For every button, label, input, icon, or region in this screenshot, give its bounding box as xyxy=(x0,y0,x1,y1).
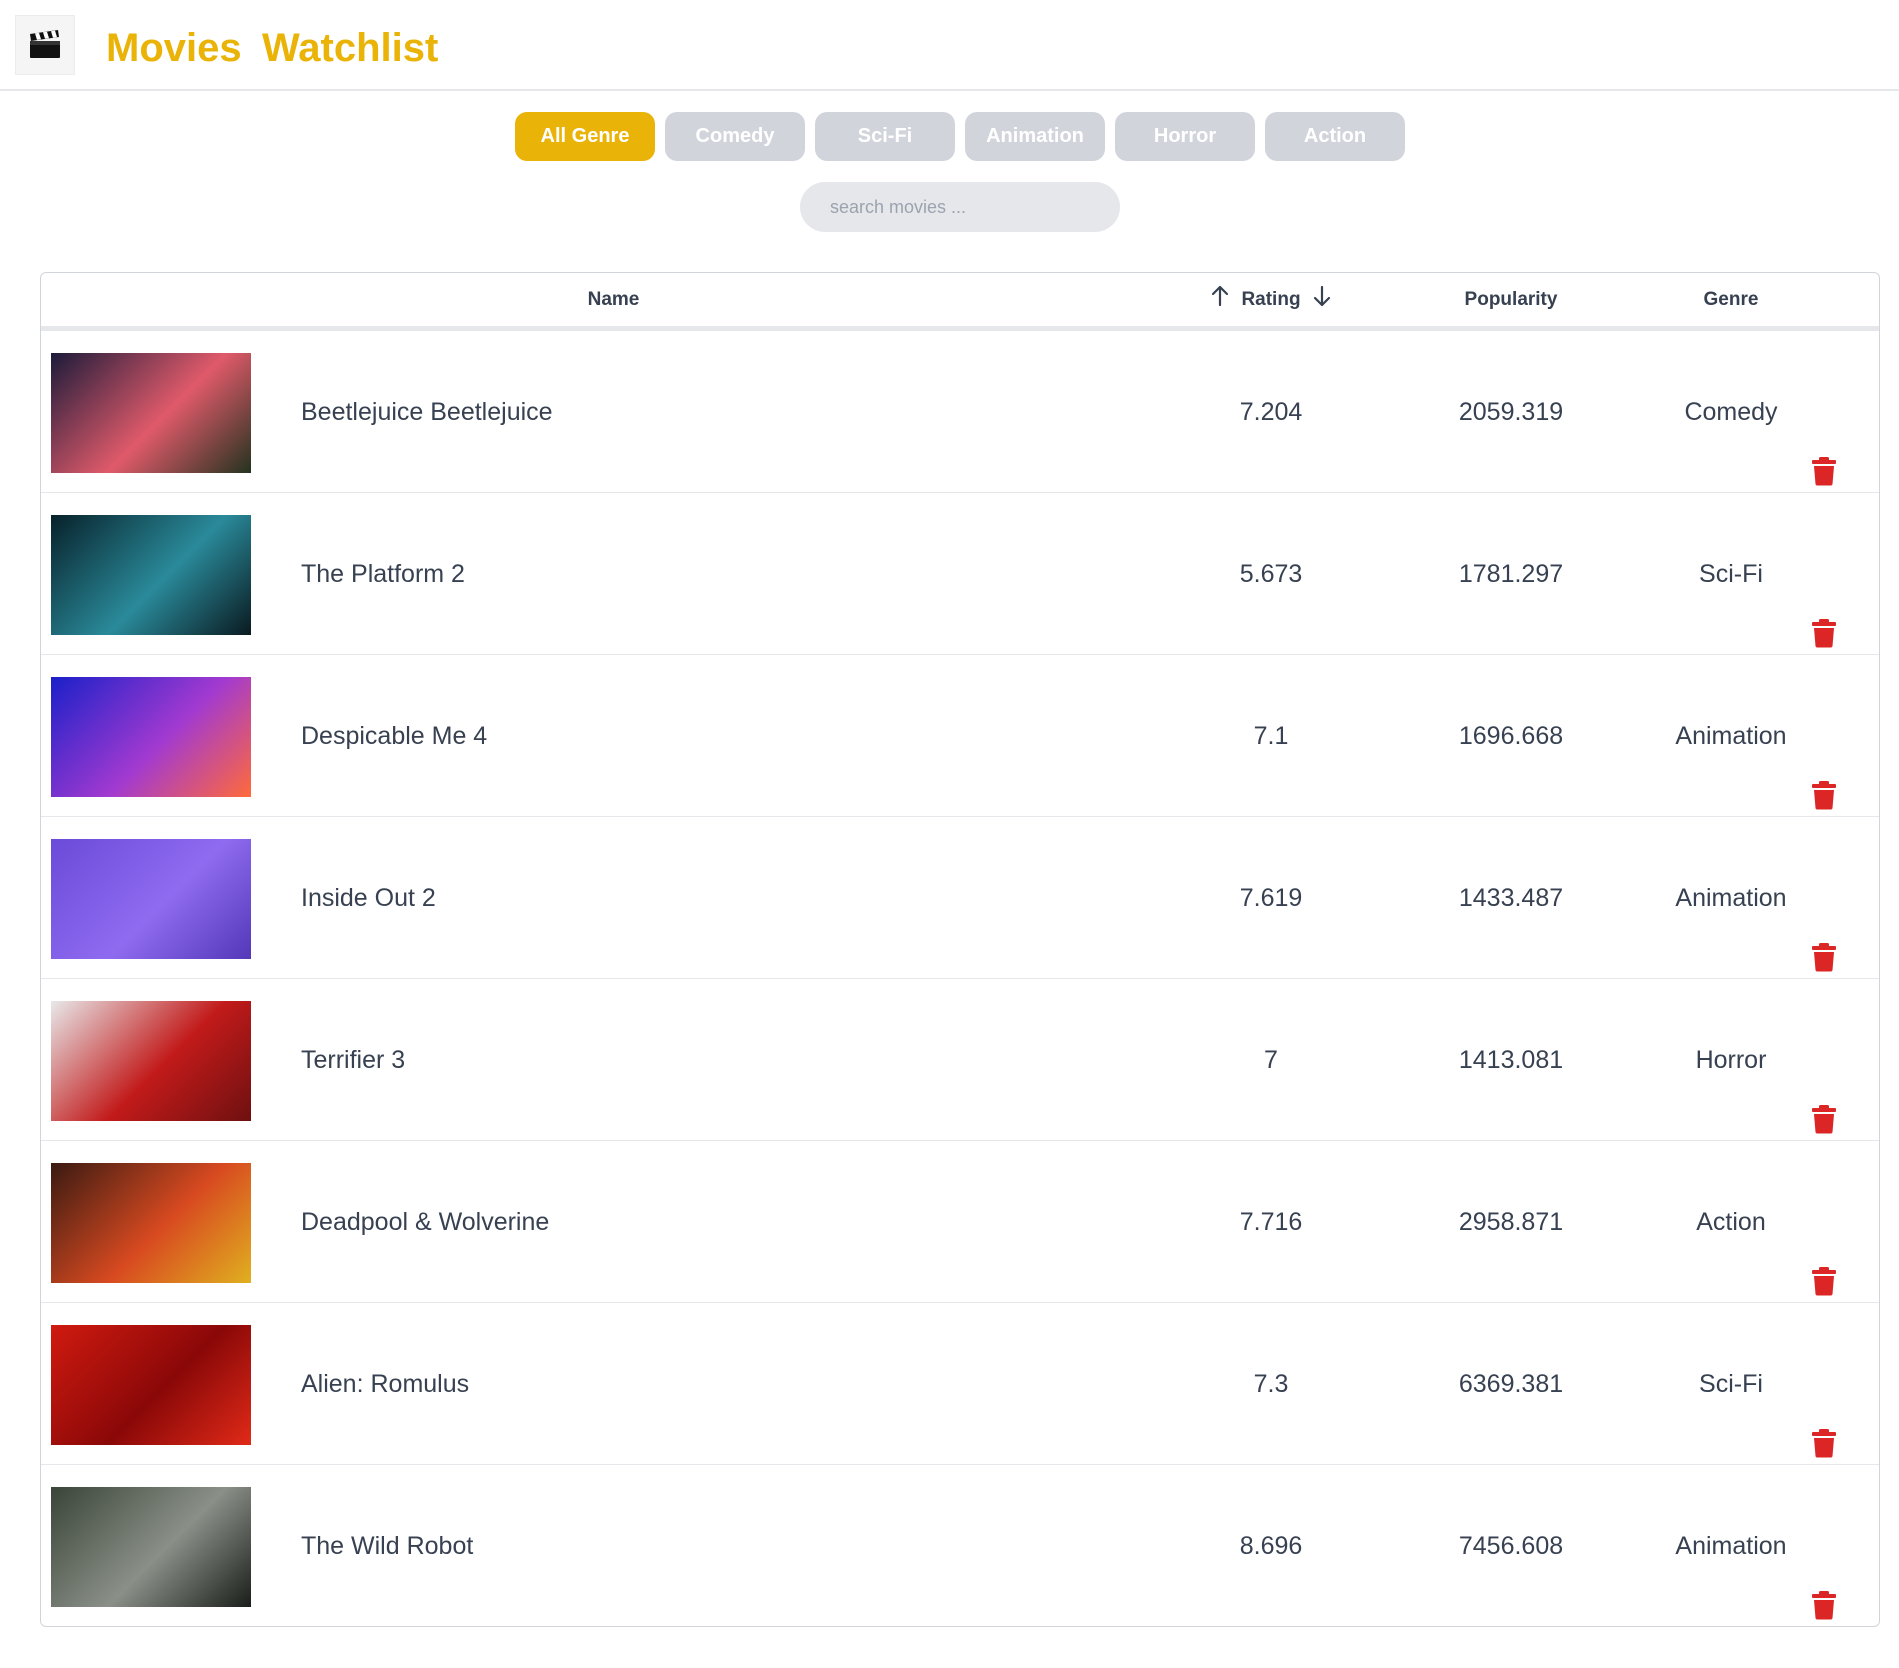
movie-rating: 7.3 xyxy=(1253,1370,1289,1398)
movie-popularity: 2059.319 xyxy=(1458,398,1564,426)
movie-name: The Platform 2 xyxy=(301,560,465,588)
genre-button-horror[interactable]: Horror xyxy=(1115,112,1255,161)
genre-filter-bar: All Genre Comedy Sci-Fi Animation Horror Acti… xyxy=(515,112,1405,161)
movie-poster xyxy=(51,677,251,797)
movie-name: Alien: Romulus xyxy=(301,1370,470,1398)
table-body: Beetlejuice Beetlejuice 7.204 2059.319 Come… xyxy=(41,331,1879,1626)
movie-genre: Horror xyxy=(1695,1046,1767,1074)
movie-poster xyxy=(51,1163,251,1283)
movie-genre: Sci-Fi xyxy=(1699,1370,1763,1398)
brand-title-watchlist[interactable]: Watchlist xyxy=(262,22,438,74)
movie-genre: Animation xyxy=(1675,722,1787,750)
arrow-up-icon[interactable] xyxy=(1211,273,1229,326)
movie-name: Inside Out 2 xyxy=(301,884,436,912)
movie-poster xyxy=(51,1001,251,1121)
movie-rating: 7.1 xyxy=(1253,722,1289,750)
table-row[interactable]: Beetlejuice Beetlejuice 7.204 2059.319 Come… xyxy=(41,331,1879,493)
movie-name: Beetlejuice Beetlejuice xyxy=(301,398,553,426)
clapperboard-icon[interactable] xyxy=(15,15,75,75)
movie-rating: 7 xyxy=(1264,1046,1278,1074)
movie-poster xyxy=(51,1487,251,1607)
movie-popularity: 2958.871 xyxy=(1458,1208,1564,1236)
genre-button-sci-fi[interactable]: Sci-Fi xyxy=(815,112,955,161)
table-row[interactable]: Deadpool & Wolverine 7.716 2958.871 Action xyxy=(41,1141,1879,1303)
movie-name: Terrifier 3 xyxy=(301,1046,406,1074)
table-row[interactable]: The Wild Robot 8.696 7456.608 Animation xyxy=(41,1465,1879,1626)
movie-genre: Action xyxy=(1696,1208,1766,1236)
movie-genre: Animation xyxy=(1675,1532,1787,1560)
trash-icon[interactable] xyxy=(1811,559,1837,648)
app-header: Movies Watchlist xyxy=(0,0,1899,91)
trash-icon[interactable] xyxy=(1811,721,1837,810)
movie-name: Deadpool & Wolverine xyxy=(301,1208,550,1236)
movie-popularity: 6369.381 xyxy=(1458,1370,1564,1398)
movie-popularity: 1413.081 xyxy=(1458,1046,1564,1074)
movie-poster xyxy=(51,515,251,635)
column-header-rating: Rating xyxy=(1171,273,1371,326)
movie-rating: 8.696 xyxy=(1239,1532,1303,1560)
column-header-genre: Genre xyxy=(1703,289,1759,310)
trash-icon[interactable] xyxy=(1811,1369,1837,1458)
movie-poster xyxy=(51,1325,251,1445)
genre-button-comedy[interactable]: Comedy xyxy=(665,112,805,161)
trash-icon[interactable] xyxy=(1811,1045,1837,1134)
movie-genre: Animation xyxy=(1675,884,1787,912)
table-header: Name Rating Popularity Genre xyxy=(41,273,1879,331)
brand-title-movies[interactable]: Movies xyxy=(106,22,242,74)
trash-icon[interactable] xyxy=(1811,1207,1837,1296)
search-input[interactable] xyxy=(800,182,1120,232)
movie-popularity: 1781.297 xyxy=(1458,560,1564,588)
movie-popularity: 1696.668 xyxy=(1458,722,1564,750)
movie-rating: 5.673 xyxy=(1239,560,1303,588)
table-row[interactable]: Alien: Romulus 7.3 6369.381 Sci-Fi xyxy=(41,1303,1879,1465)
trash-icon[interactable] xyxy=(1811,883,1837,972)
column-header-popularity: Popularity xyxy=(1464,289,1558,310)
movie-name: The Wild Robot xyxy=(301,1532,474,1560)
movie-name: Despicable Me 4 xyxy=(301,722,488,750)
movie-poster xyxy=(51,353,251,473)
movies-table: Name Rating Popularity Genre Beetlejuice… xyxy=(40,272,1880,1627)
table-row[interactable]: Terrifier 3 7 1413.081 Horror xyxy=(41,979,1879,1141)
column-header-name: Name xyxy=(587,289,640,310)
arrow-down-icon[interactable] xyxy=(1313,273,1331,326)
rating-header-label: Rating xyxy=(1241,289,1301,310)
genre-button-all-genre[interactable]: All Genre xyxy=(515,112,655,161)
movie-rating: 7.716 xyxy=(1239,1208,1303,1236)
trash-icon[interactable] xyxy=(1811,397,1837,486)
movie-popularity: 1433.487 xyxy=(1458,884,1564,912)
movie-popularity: 7456.608 xyxy=(1458,1532,1564,1560)
movie-genre: Comedy xyxy=(1684,398,1778,426)
movie-rating: 7.619 xyxy=(1239,884,1303,912)
table-row[interactable]: Despicable Me 4 7.1 1696.668 Animation xyxy=(41,655,1879,817)
table-row[interactable]: Inside Out 2 7.619 1433.487 Animation xyxy=(41,817,1879,979)
genre-button-animation[interactable]: Animation xyxy=(965,112,1105,161)
movie-rating: 7.204 xyxy=(1239,398,1303,426)
trash-icon[interactable] xyxy=(1811,1531,1837,1620)
table-row[interactable]: The Platform 2 5.673 1781.297 Sci-Fi xyxy=(41,493,1879,655)
movie-genre: Sci-Fi xyxy=(1699,560,1763,588)
movie-poster xyxy=(51,839,251,959)
genre-button-action[interactable]: Action xyxy=(1265,112,1405,161)
